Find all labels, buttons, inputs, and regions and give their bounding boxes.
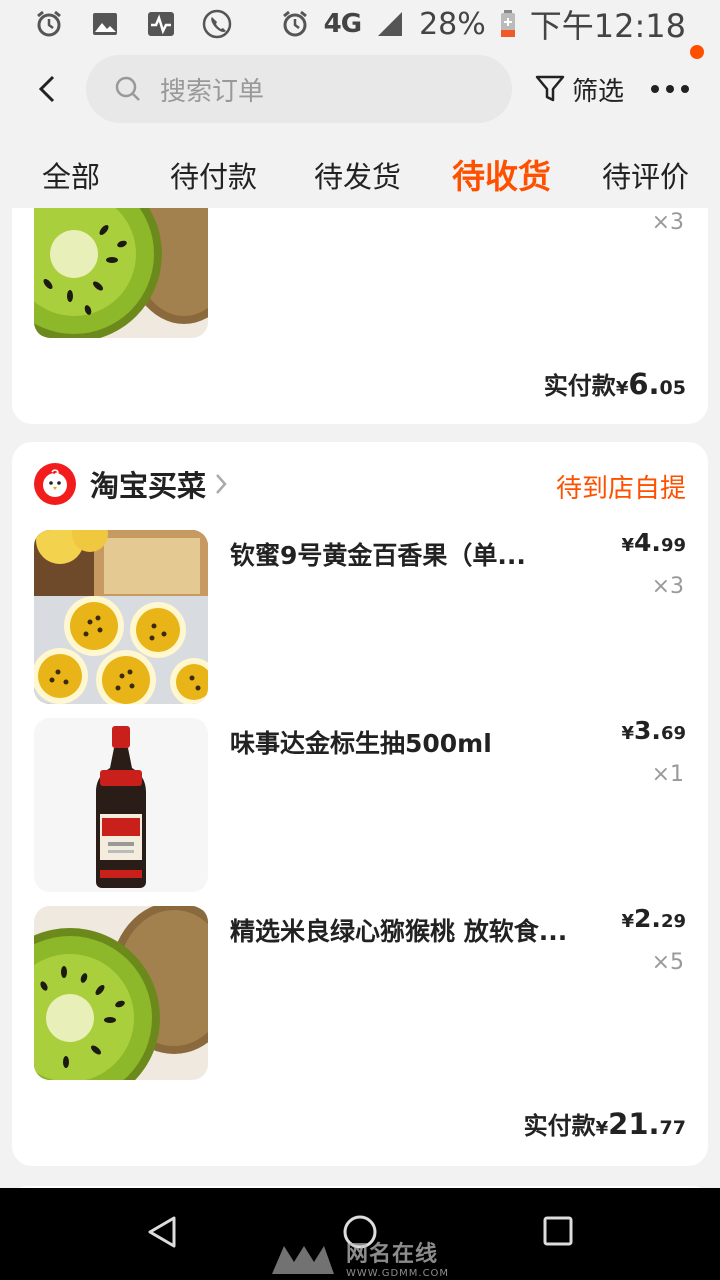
search-placeholder: 搜索订单: [160, 76, 265, 107]
shop-logo-icon: [34, 463, 76, 505]
chevron-right-icon: [216, 474, 227, 494]
back-button[interactable]: [12, 54, 82, 124]
status-system: 4G 28% 下午12:18: [280, 1, 686, 47]
alarm-icon: [37, 10, 61, 37]
kiwi-image: [34, 208, 208, 338]
tab-pending-review[interactable]: 待评价: [602, 154, 689, 196]
price-currency: ¥: [621, 535, 635, 556]
total-integer: 6.: [628, 367, 660, 401]
item-quantity: ×3: [651, 210, 684, 235]
alarm-icon: [282, 10, 307, 37]
total-label: 实付款: [523, 1112, 596, 1140]
more-button[interactable]: [648, 45, 705, 111]
product-image-kiwi[interactable]: [34, 906, 208, 1080]
tab-pending-payment[interactable]: 待付款: [170, 154, 257, 196]
total-integer: 21.: [608, 1107, 660, 1141]
signal-icon: [378, 12, 403, 36]
price-integer: 4.: [634, 528, 661, 557]
battery-icon: [500, 10, 515, 37]
watermark-text: 网名在线: [346, 1242, 439, 1267]
tab-all[interactable]: 全部: [42, 154, 100, 196]
phone-icon: [202, 9, 232, 39]
filter-button[interactable]: 筛选: [534, 71, 624, 108]
price-currency: ¥: [621, 911, 635, 932]
product-title[interactable]: 精选米良绿心猕猴桃 放软食...: [230, 912, 567, 948]
image-icon: [93, 13, 117, 35]
kiwi-image: [34, 906, 208, 1080]
item-quantity: ×1: [651, 762, 684, 787]
header: 搜索订单 筛选: [0, 45, 720, 130]
watermark-logo-icon: [272, 1245, 334, 1274]
price-integer: 2.: [634, 904, 661, 933]
price-decimal: 99: [660, 535, 686, 556]
order-card-previous[interactable]: ×3 实付款¥6.05: [12, 208, 708, 424]
soy-sauce-bottle-image: [34, 718, 208, 892]
back-triangle-icon[interactable]: [146, 1214, 178, 1250]
notification-dot: [690, 45, 705, 59]
product-price: ¥2.29: [622, 904, 687, 933]
search-input[interactable]: 搜索订单: [86, 55, 512, 123]
search-icon: [115, 76, 140, 101]
price-decimal: 69: [660, 723, 686, 744]
item-quantity: ×5: [651, 950, 684, 975]
product-image-kiwi[interactable]: [34, 208, 208, 338]
tab-pending-receipt[interactable]: 待收货: [452, 150, 551, 198]
status-bar: 4G 28% 下午12:18: [0, 0, 720, 48]
filter-label: 筛选: [572, 76, 625, 107]
product-image-soy-sauce[interactable]: [34, 718, 208, 892]
product-price: ¥4.99: [622, 528, 687, 557]
product-title[interactable]: 味事达金标生抽500ml: [230, 724, 492, 760]
recents-square-icon[interactable]: [542, 1214, 574, 1248]
watermark-url: WWW.GDMM.COM: [346, 1268, 450, 1279]
status-notifications: [34, 9, 232, 39]
price-decimal: 29: [660, 911, 686, 932]
battery-percent: 28%: [419, 6, 486, 42]
order-tabs: 全部 待付款 待发货 待收货 待评价: [0, 140, 720, 210]
product-price: ¥3.69: [622, 716, 687, 745]
network-type: 4G: [323, 9, 362, 39]
total-currency: ¥: [615, 378, 629, 399]
order-status: 待到店自提: [555, 474, 686, 504]
watermark: 网名在线 WWW.GDMM.COM: [270, 1236, 449, 1279]
product-title[interactable]: 钦蜜9号黄金百香果（单...: [230, 536, 526, 572]
total-decimal: 77: [659, 1117, 686, 1139]
total-currency: ¥: [595, 1118, 609, 1139]
item-quantity: ×3: [651, 574, 684, 599]
total-decimal: 05: [659, 377, 686, 399]
clock: 下午12:18: [529, 7, 686, 45]
filter-icon: [535, 75, 565, 102]
passion-fruit-image: [34, 530, 208, 704]
order-card[interactable]: 淘宝买菜 待到店自提 钦蜜9号黄金百香果（单... ¥4.99 ×3 味事达金标…: [12, 442, 708, 1166]
order-total: 实付款¥6.05: [544, 366, 686, 401]
product-image-passion-fruit[interactable]: [34, 530, 208, 704]
price-currency: ¥: [621, 723, 635, 744]
shop-link[interactable]: 淘宝买菜: [34, 462, 228, 506]
more-dots-icon: [651, 85, 690, 93]
chevron-left-icon: [38, 75, 55, 103]
shop-name: 淘宝买菜: [90, 469, 207, 503]
price-integer: 3.: [634, 716, 661, 745]
tab-pending-shipment[interactable]: 待发货: [314, 154, 401, 196]
activity-icon: [148, 12, 174, 36]
order-total: 实付款¥21.77: [524, 1106, 686, 1141]
total-label: 实付款: [543, 372, 616, 400]
